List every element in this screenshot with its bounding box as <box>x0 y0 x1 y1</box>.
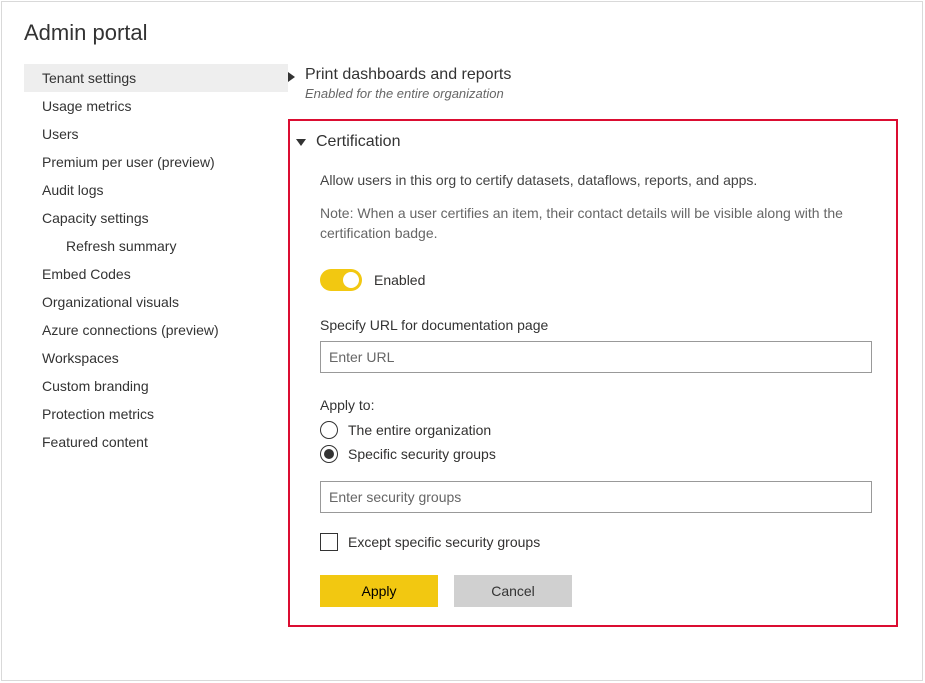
radio-icon <box>320 421 338 439</box>
checkbox-icon <box>320 533 338 551</box>
sidebar-item-premium-per-user[interactable]: Premium per user (preview) <box>24 148 288 176</box>
setting-certification-title: Certification <box>316 133 400 151</box>
apply-button[interactable]: Apply <box>320 575 438 607</box>
certification-note: Note: When a user certifies an item, the… <box>320 203 876 244</box>
sidebar-item-azure-connections[interactable]: Azure connections (preview) <box>24 316 288 344</box>
setting-print-subtitle: Enabled for the entire organization <box>305 86 511 101</box>
url-label: Specify URL for documentation page <box>320 317 876 333</box>
setting-certification-header[interactable]: Certification <box>296 131 876 151</box>
apply-to-section: Apply to: The entire organization Specif… <box>320 397 876 463</box>
main-content: Print dashboards and reports Enabled for… <box>288 64 922 680</box>
page-title: Admin portal <box>2 20 922 64</box>
radio-icon <box>320 445 338 463</box>
enabled-toggle[interactable] <box>320 269 362 291</box>
security-groups-input-wrap <box>320 481 876 513</box>
sidebar-item-users[interactable]: Users <box>24 120 288 148</box>
sidebar-item-org-visuals[interactable]: Organizational visuals <box>24 288 288 316</box>
certification-body: Allow users in this org to certify datas… <box>296 151 876 607</box>
chevron-down-icon <box>296 139 306 146</box>
sidebar-item-tenant-settings[interactable]: Tenant settings <box>24 64 288 92</box>
radio-entire-org-label: The entire organization <box>348 422 491 438</box>
radio-entire-org[interactable]: The entire organization <box>320 421 876 439</box>
enabled-toggle-label: Enabled <box>374 272 425 288</box>
url-input[interactable] <box>320 341 872 373</box>
sidebar-item-featured-content[interactable]: Featured content <box>24 428 288 456</box>
columns: Tenant settings Usage metrics Users Prem… <box>2 64 922 680</box>
admin-portal: Admin portal Tenant settings Usage metri… <box>1 1 923 681</box>
toggle-knob <box>343 272 359 288</box>
chevron-right-icon <box>288 72 295 82</box>
enabled-toggle-row: Enabled <box>320 269 876 291</box>
except-checkbox-label: Except specific security groups <box>348 534 540 550</box>
sidebar: Tenant settings Usage metrics Users Prem… <box>2 64 288 680</box>
radio-specific-groups[interactable]: Specific security groups <box>320 445 876 463</box>
radio-specific-groups-label: Specific security groups <box>348 446 496 462</box>
except-checkbox-row[interactable]: Except specific security groups <box>320 533 876 551</box>
sidebar-item-capacity-settings[interactable]: Capacity settings <box>24 204 288 232</box>
certification-section: Certification Allow users in this org to… <box>288 119 898 627</box>
cancel-button[interactable]: Cancel <box>454 575 572 607</box>
sidebar-item-embed-codes[interactable]: Embed Codes <box>24 260 288 288</box>
apply-to-label: Apply to: <box>320 397 876 413</box>
sidebar-item-audit-logs[interactable]: Audit logs <box>24 176 288 204</box>
sidebar-item-usage-metrics[interactable]: Usage metrics <box>24 92 288 120</box>
security-groups-input[interactable] <box>320 481 872 513</box>
sidebar-item-custom-branding[interactable]: Custom branding <box>24 372 288 400</box>
setting-print-header[interactable]: Print dashboards and reports Enabled for… <box>288 64 912 101</box>
setting-print-title: Print dashboards and reports <box>305 66 511 84</box>
certification-description: Allow users in this org to certify datas… <box>320 171 876 191</box>
sidebar-item-refresh-summary[interactable]: Refresh summary <box>24 232 288 260</box>
button-row: Apply Cancel <box>320 575 876 607</box>
sidebar-item-workspaces[interactable]: Workspaces <box>24 344 288 372</box>
sidebar-item-protection-metrics[interactable]: Protection metrics <box>24 400 288 428</box>
